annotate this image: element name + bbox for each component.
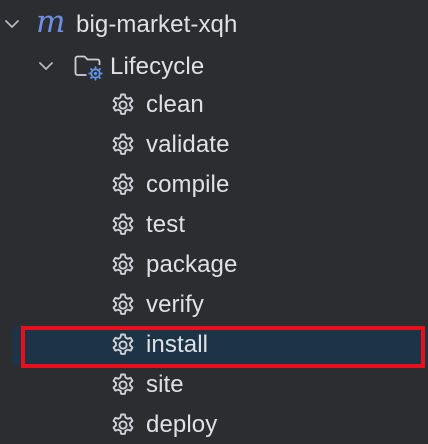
goal-label: deploy: [146, 411, 218, 438]
gear-icon: [110, 292, 136, 318]
maven-m-icon: m: [36, 4, 66, 40]
gear-icon: [110, 212, 136, 238]
goal-label: validate: [146, 131, 230, 158]
goal-label: clean: [146, 91, 204, 118]
goal-item-validate[interactable]: validate: [0, 125, 428, 165]
goal-item-deploy[interactable]: deploy: [0, 405, 428, 444]
gear-icon: [110, 92, 136, 118]
chevron-down-icon[interactable]: [5, 17, 19, 31]
tree-node-lifecycle[interactable]: Lifecycle: [0, 46, 428, 86]
maven-tree: m big-market-xqh Lifecycle clean validat…: [0, 0, 428, 444]
lifecycle-folder-icon: [73, 53, 105, 81]
goal-label: site: [146, 371, 184, 398]
goal-item-package[interactable]: package: [0, 245, 428, 285]
project-name: big-market-xqh: [76, 11, 238, 38]
goal-item-install[interactable]: install: [0, 325, 428, 365]
goal-item-site[interactable]: site: [0, 365, 428, 405]
goal-item-test[interactable]: test: [0, 205, 428, 245]
lifecycle-label: Lifecycle: [110, 53, 205, 80]
gear-icon: [110, 132, 136, 158]
goal-label: verify: [146, 291, 204, 318]
gear-icon: [110, 252, 136, 278]
gear-icon: [110, 332, 136, 358]
tree-node-project[interactable]: m big-market-xqh: [0, 4, 428, 44]
goal-item-verify[interactable]: verify: [0, 285, 428, 325]
gear-icon: [110, 172, 136, 198]
gear-icon: [110, 412, 136, 438]
chevron-down-icon[interactable]: [39, 59, 53, 73]
goal-label: install: [146, 331, 209, 358]
gear-icon: [110, 372, 136, 398]
goal-item-clean[interactable]: clean: [0, 85, 428, 125]
goal-label: package: [146, 251, 238, 278]
goal-item-compile[interactable]: compile: [0, 165, 428, 205]
goal-label: test: [146, 211, 186, 238]
goal-label: compile: [146, 171, 230, 198]
